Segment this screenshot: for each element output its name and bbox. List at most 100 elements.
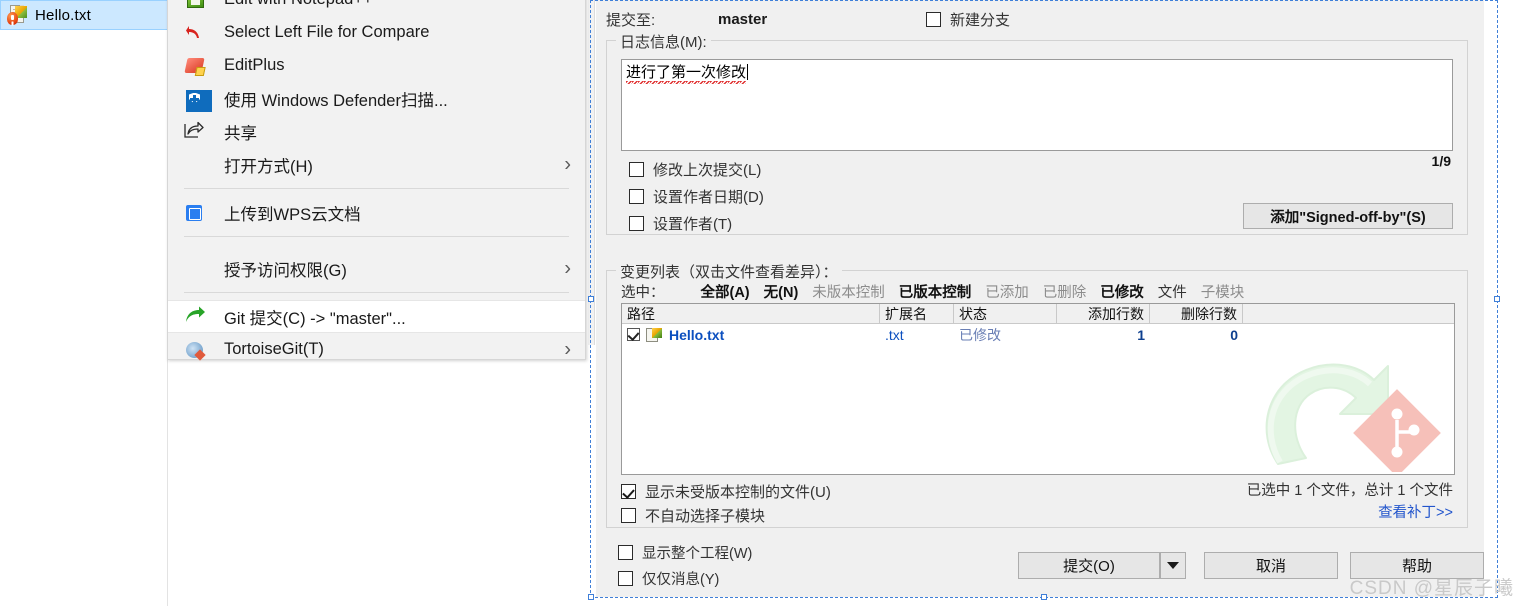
message-only-checkbox[interactable]	[618, 571, 633, 586]
show-whole-project-checkbox[interactable]	[618, 545, 633, 560]
notepadpp-icon	[184, 0, 210, 11]
no-icon-placeholder	[184, 258, 210, 280]
menu-item-label: TortoiseGit(T)	[224, 340, 324, 358]
column-header-status[interactable]: 状态	[954, 304, 1057, 323]
set-author-checkbox[interactable]	[629, 216, 644, 231]
log-message-text: 进行了第一次修改	[626, 63, 747, 84]
filter-link-files[interactable]: 文件	[1158, 281, 1187, 302]
amend-last-commit-checkbox[interactable]	[629, 162, 644, 177]
text-caret	[747, 64, 749, 80]
message-only-row[interactable]: 仅仅消息(Y)	[618, 568, 719, 589]
menu-item-grant-access[interactable]: 授予访问权限(G) ›	[168, 252, 585, 285]
compare-undo-icon	[184, 22, 210, 44]
view-patch-link[interactable]: 查看补丁>>	[1378, 501, 1453, 522]
amend-last-commit-row[interactable]: 修改上次提交(L)	[629, 159, 761, 180]
set-author-label: 设置作者(T)	[653, 216, 733, 233]
csdn-watermark: CSDN @星辰子曦	[1349, 578, 1514, 599]
filter-link-all[interactable]: 全部(A)	[701, 281, 750, 302]
file-name-label: Hello.txt	[35, 6, 91, 24]
menu-item-git-commit[interactable]: Git 提交(C) -> "master"...	[168, 300, 585, 333]
change-list-group: 变更列表（双击文件查看差异）： 选中： 全部(A) 无(N) 未版本控制 已版本…	[606, 261, 1468, 528]
log-message-group: 日志信息(M): 进行了第一次修改 1/9 修改上次提交(L) 设置作者日期(D…	[606, 31, 1468, 235]
git-commit-arrow-icon	[184, 306, 210, 328]
filter-link-none[interactable]: 无(N)	[764, 281, 799, 302]
menu-item-editplus[interactable]: EditPlus	[168, 49, 585, 82]
menu-item-tortoisegit[interactable]: TortoiseGit(T) ›	[168, 333, 585, 366]
undo-arrow-glyph	[186, 25, 199, 38]
column-header-lines-deleted[interactable]: 删除行数	[1150, 304, 1243, 323]
git-commit-dialog: 提交至: master 新建分支 日志信息(M): 进行了第一次修改 1/9 修…	[596, 0, 1484, 597]
filter-link-modified[interactable]: 已修改	[1100, 281, 1144, 302]
row-checkbox[interactable]	[627, 328, 640, 341]
new-branch-label: 新建分支	[950, 12, 1011, 29]
no-auto-select-submodules-row[interactable]: 不自动选择子模块	[621, 505, 765, 526]
set-author-row[interactable]: 设置作者(T)	[629, 213, 732, 234]
menu-item-open-with[interactable]: 打开方式(H) ›	[168, 148, 585, 181]
cell-lines-deleted: 0	[1230, 326, 1238, 343]
cell-path[interactable]: Hello.txt	[622, 324, 880, 345]
text-file-modified-icon	[7, 4, 27, 26]
share-arrow-glyph	[184, 121, 204, 138]
log-message-input[interactable]: 进行了第一次修改	[621, 59, 1453, 151]
show-whole-project-row[interactable]: 显示整个工程(W)	[618, 542, 752, 563]
amend-last-commit-label: 修改上次提交(L)	[653, 162, 762, 179]
chevron-right-icon: ›	[564, 153, 571, 175]
set-author-date-label: 设置作者日期(D)	[653, 189, 764, 206]
menu-separator	[184, 188, 569, 189]
marquee-handle-middle-right[interactable]	[1494, 296, 1500, 302]
file-list-item-hello-txt[interactable]: Hello.txt	[0, 0, 168, 30]
menu-item-upload-to-wps[interactable]: 上传到WPS云文档	[168, 196, 585, 229]
no-icon-placeholder	[184, 154, 210, 176]
editplus-icon	[184, 55, 210, 77]
column-header-path[interactable]: 路径	[622, 304, 880, 323]
log-message-group-title: 日志信息(M):	[616, 31, 711, 52]
no-auto-select-submodules-label: 不自动选择子模块	[645, 508, 766, 525]
cell-extension: .txt	[885, 326, 904, 343]
menu-item-label: Edit with Notepad++	[224, 0, 373, 9]
menu-item-edit-with-notepadpp[interactable]: Edit with Notepad++	[168, 0, 585, 16]
table-header-row: 路径 扩展名 状态 添加行数 删除行数	[622, 304, 1454, 324]
menu-item-label: Select Left File for Compare	[224, 23, 430, 41]
menu-item-share[interactable]: 共享	[168, 115, 585, 148]
filter-link-versioned[interactable]: 已版本控制	[899, 281, 972, 302]
commit-dropdown-button[interactable]	[1160, 552, 1186, 579]
filter-selection-label: 选中：	[621, 285, 665, 301]
message-only-label: 仅仅消息(Y)	[642, 572, 720, 588]
share-icon	[184, 121, 210, 143]
wps-cloud-icon	[184, 202, 210, 224]
filter-link-added[interactable]: 已添加	[985, 281, 1029, 302]
show-unversioned-files-row[interactable]: 显示未受版本控制的文件(U)	[621, 481, 831, 502]
menu-item-label: 上传到WPS云文档	[224, 205, 361, 224]
column-header-extension[interactable]: 扩展名	[880, 304, 954, 323]
cancel-button[interactable]: 取消	[1204, 552, 1338, 579]
defender-shield-icon	[186, 89, 212, 112]
no-auto-select-submodules-checkbox[interactable]	[621, 508, 636, 523]
filter-link-submodules[interactable]: 子模块	[1201, 281, 1245, 302]
set-author-date-row[interactable]: 设置作者日期(D)	[629, 186, 764, 207]
commit-to-row: 提交至: master 新建分支	[606, 8, 1466, 30]
context-menu: Edit with Notepad++ Select Left File for…	[167, 0, 586, 360]
change-list-table[interactable]: 路径 扩展名 状态 添加行数 删除行数 Hello.txt .txt 已修改 1…	[621, 303, 1455, 475]
filter-link-unversioned[interactable]: 未版本控制	[812, 281, 885, 302]
tortoisegit-logo	[1265, 363, 1441, 472]
set-author-date-checkbox[interactable]	[629, 189, 644, 204]
commit-button[interactable]: 提交(O)	[1018, 552, 1160, 579]
menu-item-label: 授予访问权限(G)	[224, 261, 347, 280]
menu-item-windows-defender-scan[interactable]: 使用 Windows Defender扫描...	[168, 82, 585, 115]
new-branch-checkbox-row[interactable]: 新建分支	[926, 9, 1010, 30]
add-signed-off-by-button[interactable]: 添加"Signed-off-by"(S)	[1243, 203, 1453, 229]
menu-separator	[184, 236, 569, 237]
new-branch-checkbox[interactable]	[926, 12, 941, 27]
marquee-handle-bottom-left[interactable]	[588, 594, 594, 600]
menu-item-select-left-file-for-compare[interactable]: Select Left File for Compare	[168, 16, 585, 49]
text-file-icon	[646, 327, 662, 342]
filter-link-deleted[interactable]: 已删除	[1043, 281, 1087, 302]
selection-summary-label: 已选中 1 个文件，总计 1 个文件	[1246, 483, 1453, 499]
chevron-right-icon: ›	[564, 338, 571, 360]
menu-separator	[184, 292, 569, 293]
column-header-lines-added[interactable]: 添加行数	[1057, 304, 1150, 323]
chevron-down-icon	[1167, 562, 1179, 569]
chevron-right-icon: ›	[564, 257, 571, 279]
screen: Hello.txt Edit with Notepad++ Select Lef…	[0, 0, 1520, 606]
show-unversioned-files-checkbox[interactable]	[621, 484, 636, 499]
